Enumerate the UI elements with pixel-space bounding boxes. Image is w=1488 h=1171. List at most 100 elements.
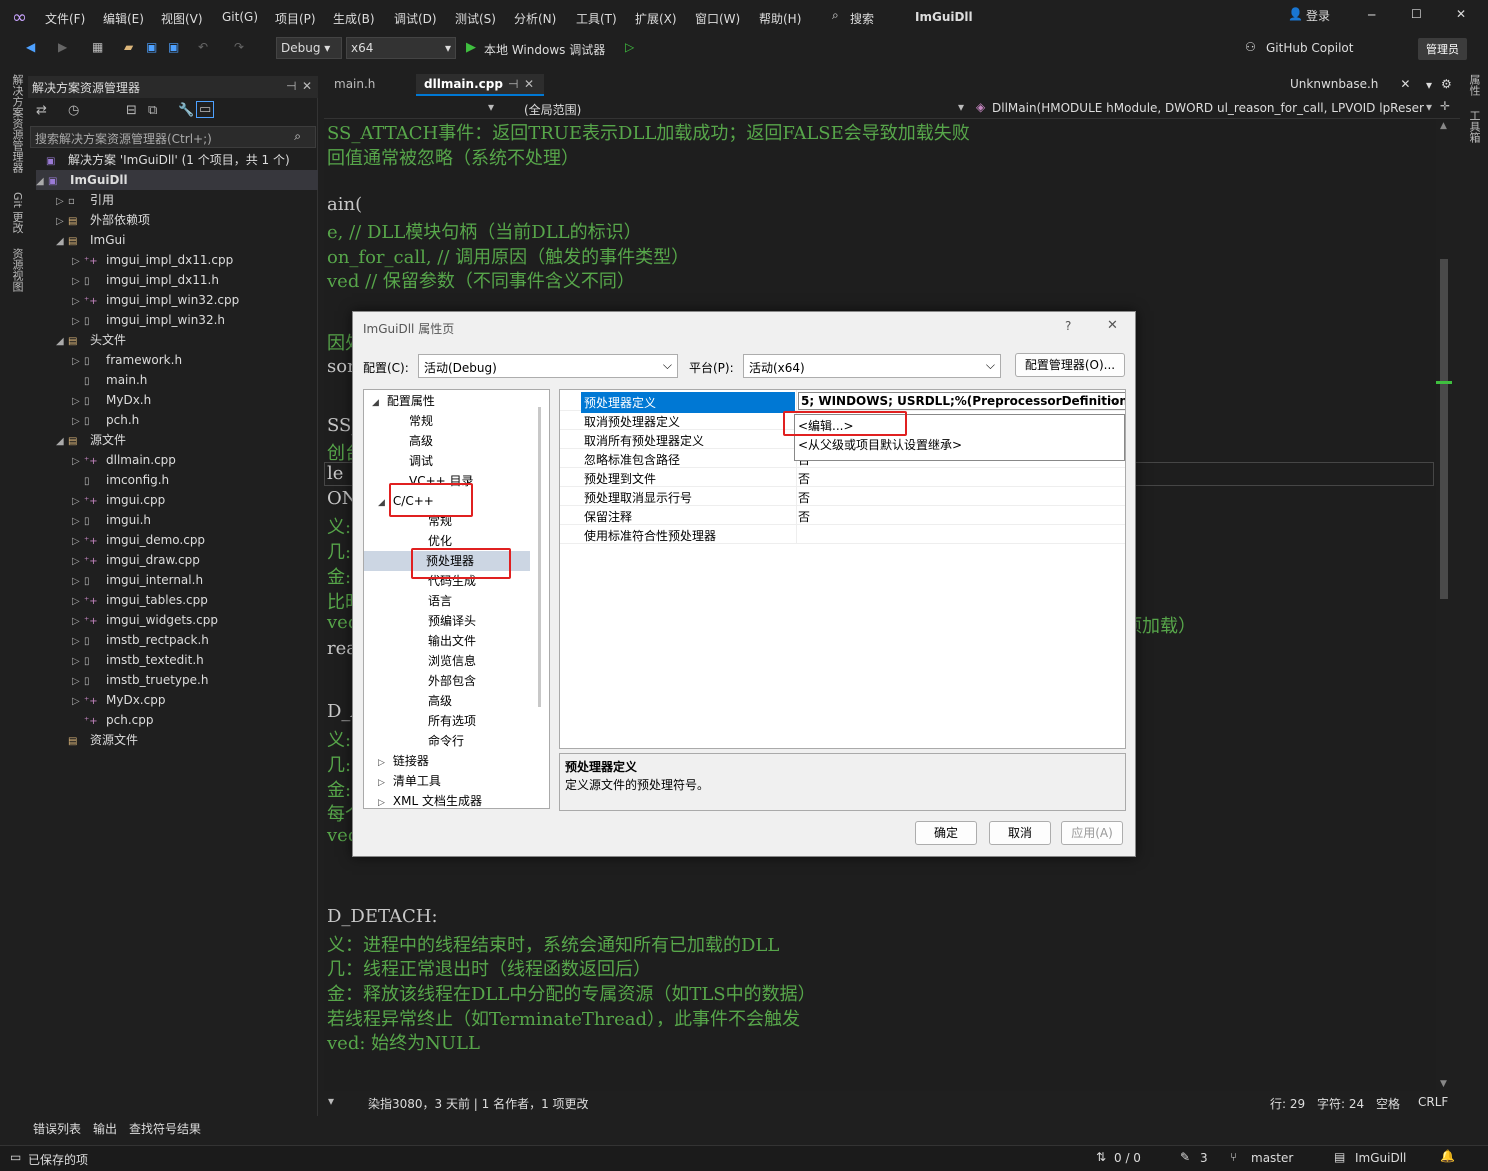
- tree-item[interactable]: 高级: [392, 431, 433, 451]
- properties-wrench-icon[interactable]: 🔧: [178, 103, 194, 118]
- tree-item[interactable]: ▷ ▯ pch.h: [72, 410, 139, 430]
- expand-arrow-icon[interactable]: ▷: [56, 192, 68, 212]
- project-node[interactable]: ◢ ▣ ImGuiDll: [36, 170, 318, 190]
- tree-item[interactable]: 所有选项: [412, 711, 476, 731]
- ok-button[interactable]: 确定: [915, 821, 977, 845]
- save-icon[interactable]: ▣: [146, 40, 157, 54]
- scroll-down-icon[interactable]: ▼: [1440, 1079, 1447, 1089]
- expand-arrow-icon[interactable]: ◢: [372, 398, 379, 408]
- property-row[interactable]: 保留注释 否: [560, 506, 1125, 525]
- expand-arrow-icon[interactable]: ▷: [72, 252, 84, 272]
- cancel-button[interactable]: 取消: [989, 821, 1051, 845]
- tab-dllmain-cpp[interactable]: dllmain.cpp ⊣ ✕: [416, 74, 544, 96]
- tree-item[interactable]: ▷ ▯ imgui_impl_win32.h: [72, 310, 225, 330]
- property-row[interactable]: 预处理取消显示行号 否: [560, 487, 1125, 506]
- menu-view[interactable]: 视图(V): [161, 10, 203, 27]
- tab-find-symbol-results[interactable]: 查找符号结果: [129, 1120, 201, 1137]
- menu-test[interactable]: 测试(S): [455, 10, 496, 27]
- tree-item[interactable]: 输出文件: [412, 631, 476, 651]
- code-line[interactable]: 几:: [327, 538, 351, 564]
- tree-item[interactable]: ▷ ▤ 外部依赖项: [56, 210, 150, 230]
- open-icon[interactable]: ▰: [124, 40, 133, 54]
- tab-error-list[interactable]: 错误列表: [33, 1120, 81, 1137]
- code-line[interactable]: le: [327, 463, 343, 484]
- code-line[interactable]: 回值通常被忽略（系统不处理）: [327, 144, 579, 170]
- function-dropdown[interactable]: DllMain(HMODULE hModule, DWORD ul_reason…: [992, 101, 1424, 115]
- code-line[interactable]: ved // 保留参数（不同事件含义不同）: [327, 267, 635, 293]
- property-value[interactable]: 否: [798, 508, 810, 525]
- dialog-close-icon[interactable]: ✕: [1107, 318, 1118, 333]
- tree-item[interactable]: ▷ ▯ imstb_rectpack.h: [72, 630, 209, 650]
- branch-selector[interactable]: master: [1251, 1151, 1293, 1165]
- expand-arrow-icon[interactable]: ▷: [72, 552, 84, 572]
- vs-logo-icon[interactable]: ∞: [12, 7, 27, 28]
- tree-item[interactable]: ◢ ▤ 源文件: [56, 430, 126, 450]
- resource-view-tab[interactable]: 资源视图: [9, 248, 25, 292]
- expand-arrow-icon[interactable]: ◢: [378, 498, 385, 508]
- property-row[interactable]: 预处理器定义 5; WINDOWS; USRDLL;%(PreprocessorD…: [560, 392, 1125, 413]
- github-copilot-button[interactable]: GitHub Copilot: [1266, 41, 1353, 55]
- menu-build[interactable]: 生成(B): [333, 10, 375, 27]
- expand-arrow-icon[interactable]: ◢: [36, 172, 48, 192]
- whitespace-indicator[interactable]: 空格: [1376, 1095, 1400, 1112]
- property-row[interactable]: 使用标准符合性预处理器: [560, 525, 1125, 544]
- back-icon[interactable]: ◀: [26, 40, 35, 54]
- tree-item[interactable]: ▷ ⁺+ imgui_impl_win32.cpp: [72, 290, 239, 310]
- expand-arrow-icon[interactable]: ▷: [72, 412, 84, 432]
- char-indicator[interactable]: 字符: 24: [1317, 1095, 1364, 1112]
- scroll-up-icon[interactable]: ▲: [1440, 121, 1447, 131]
- platform-combo[interactable]: 活动(x64) ⌵: [743, 354, 1001, 378]
- user-icon[interactable]: 👤: [1288, 7, 1303, 21]
- menu-project[interactable]: 项目(P): [275, 10, 316, 27]
- close-panel-icon[interactable]: ✕: [302, 79, 312, 93]
- search-icon[interactable]: ⌕: [832, 8, 839, 23]
- sync-icon[interactable]: ⇄: [36, 103, 47, 118]
- code-line[interactable]: SS_ATTACH事件：返回TRUE表示DLL加载成功；返回FALSE会导致加载…: [327, 119, 970, 145]
- tree-item[interactable]: 预编译头: [412, 611, 476, 631]
- login-button[interactable]: 登录: [1306, 7, 1330, 24]
- tree-item[interactable]: ▷ ▯ imstb_textedit.h: [72, 650, 204, 670]
- tab-main-h[interactable]: main.h: [326, 74, 383, 96]
- tree-item[interactable]: ▷ ▯ imgui_impl_dx11.h: [72, 270, 219, 290]
- settings-icon[interactable]: ⚙: [1441, 77, 1452, 91]
- redo-icon[interactable]: ↷: [234, 40, 244, 54]
- tree-item[interactable]: ▷ ⁺+ imgui_tables.cpp: [72, 590, 208, 610]
- run-without-debug-icon[interactable]: ▷: [625, 40, 634, 54]
- minimize-icon[interactable]: ─: [1368, 8, 1375, 22]
- git-changes-tab[interactable]: Git 更改: [9, 192, 25, 233]
- solution-explorer-tab[interactable]: 解决方案资源管理器: [9, 74, 25, 173]
- menu-git[interactable]: Git(G): [222, 10, 258, 24]
- tree-item[interactable]: ▷ ⁺+ imgui.cpp: [72, 490, 165, 510]
- expand-arrow-icon[interactable]: ▷: [56, 212, 68, 232]
- tree-item[interactable]: ▯ imconfig.h: [72, 470, 169, 490]
- pin-icon[interactable]: ⊣: [508, 77, 518, 91]
- function-dropdown-arrow[interactable]: ▾: [1426, 100, 1432, 114]
- tree-item[interactable]: ▷ ⁺+ imgui_widgets.cpp: [72, 610, 218, 630]
- tree-item[interactable]: ▷ ▫ 引用: [56, 190, 114, 210]
- sync-status[interactable]: 0 / 0: [1114, 1151, 1141, 1165]
- pending-changes[interactable]: 3: [1200, 1151, 1208, 1165]
- tree-item[interactable]: ▷ ⁺+ MyDx.cpp: [72, 690, 165, 710]
- property-value[interactable]: 否: [798, 489, 810, 506]
- code-line[interactable]: on_for_call, // 调用原因（触发的事件类型）: [327, 243, 689, 269]
- github-copilot-icon[interactable]: ⚇: [1245, 40, 1256, 54]
- tab-output[interactable]: 输出: [93, 1120, 117, 1137]
- tree-item[interactable]: ▷ ⁺+ imgui_demo.cpp: [72, 530, 205, 550]
- expand-arrow-icon[interactable]: ▷: [72, 692, 84, 712]
- tree-item[interactable]: ▷ ⁺+ imgui_impl_dx11.cpp: [72, 250, 233, 270]
- code-line[interactable]: 义:: [327, 726, 351, 752]
- inherit-option[interactable]: <从父级或项目默认设置继承>: [798, 436, 962, 453]
- expand-arrow-icon[interactable]: ▷: [72, 612, 84, 632]
- expand-arrow-icon[interactable]: ▷: [378, 778, 385, 788]
- forward-icon[interactable]: ▶: [58, 40, 67, 54]
- tree-item[interactable]: 外部包含: [412, 671, 476, 691]
- tree-item[interactable]: ▷ ▯ MyDx.h: [72, 390, 151, 410]
- tree-item[interactable]: ◢ ▤ 头文件: [56, 330, 126, 350]
- menu-file[interactable]: 文件(F): [45, 10, 85, 27]
- expand-arrow-icon[interactable]: ▷: [72, 352, 84, 372]
- expand-arrow-icon[interactable]: ▷: [72, 512, 84, 532]
- tree-item[interactable]: 调试: [392, 451, 433, 471]
- configuration-dropdown[interactable]: Debug ▾: [276, 37, 342, 59]
- tab-list-icon[interactable]: ▾: [1426, 78, 1432, 92]
- tree-item[interactable]: 浏览信息: [412, 651, 476, 671]
